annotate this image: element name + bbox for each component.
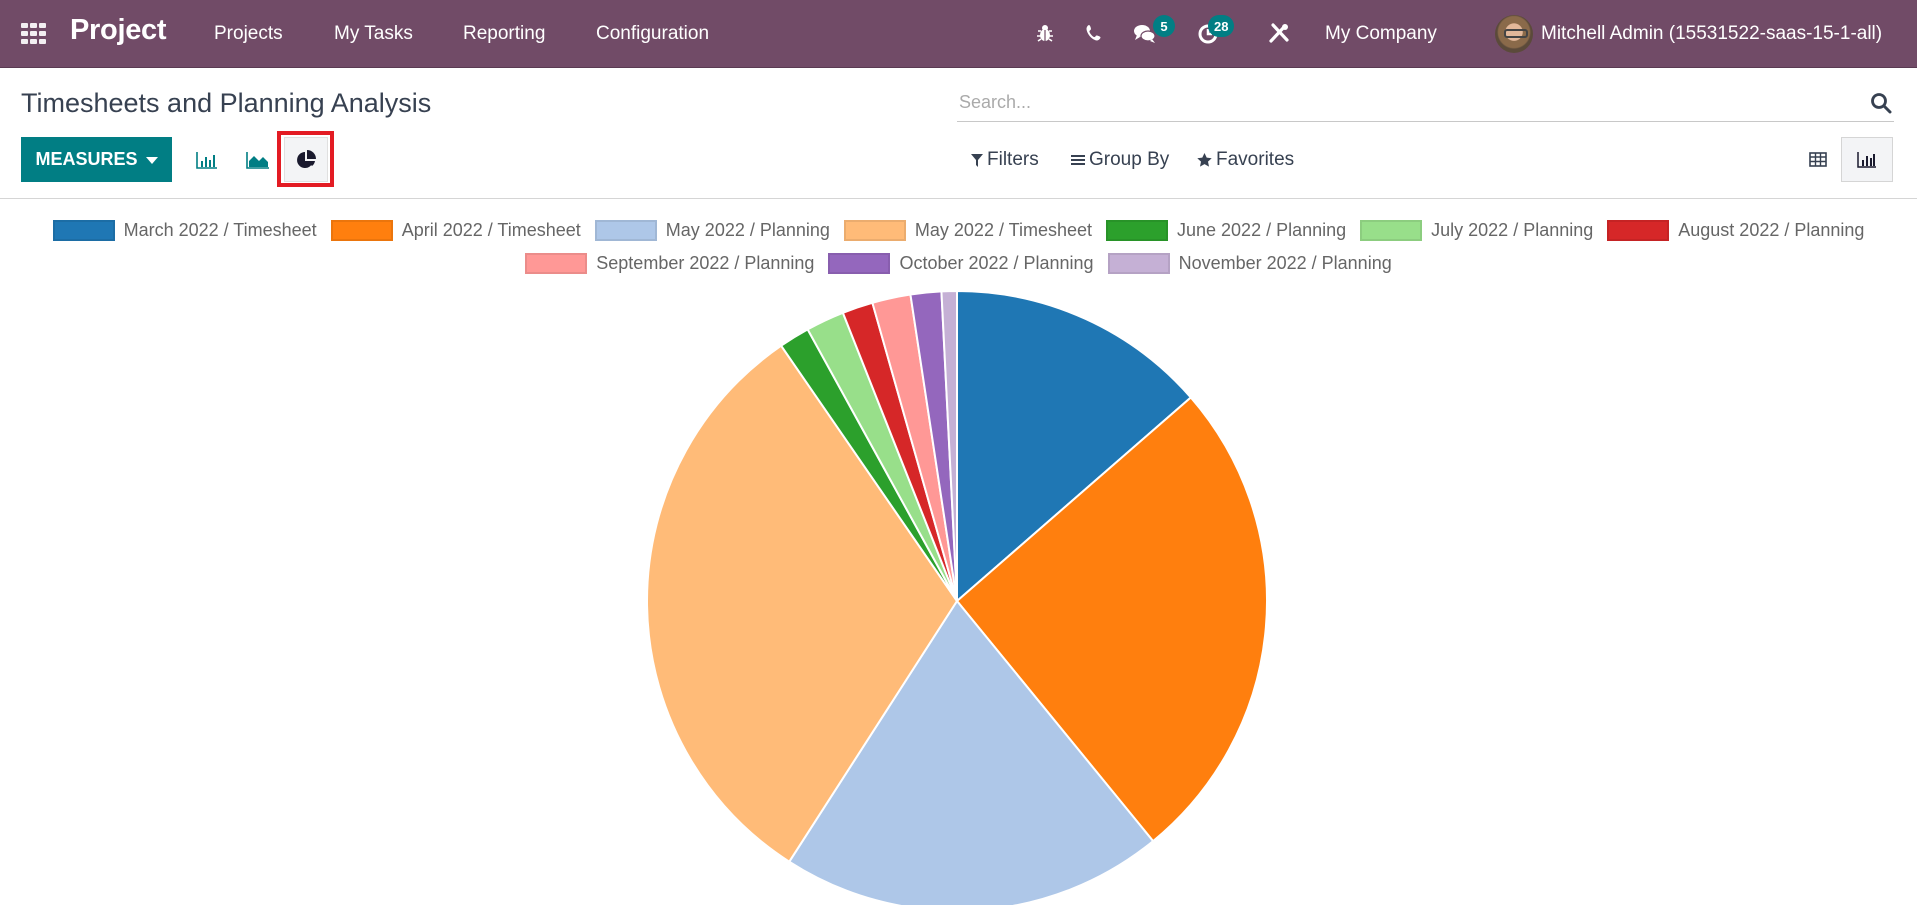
pie-chart: March 2022 / TimesheetApril 2022 / Times… xyxy=(646,289,1268,905)
